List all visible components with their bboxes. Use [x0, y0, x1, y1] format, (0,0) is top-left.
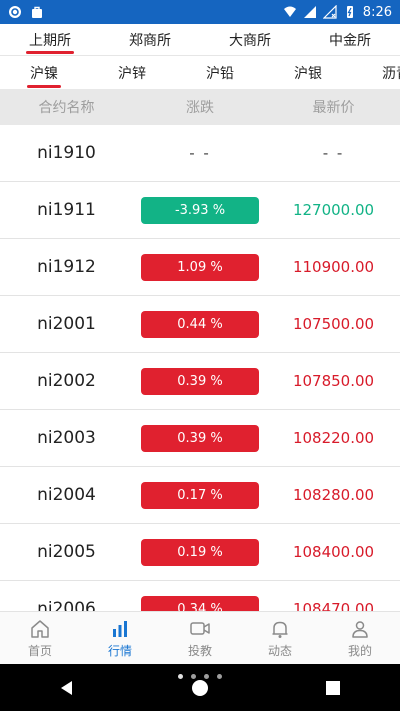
- contract-name: ni2002: [37, 371, 96, 391]
- nav-market[interactable]: 行情: [80, 612, 160, 664]
- page-dot: [178, 674, 183, 679]
- table-row[interactable]: ni1912 1.09 % 110900.00: [0, 239, 400, 296]
- table-row[interactable]: ni2006 0.34 % 108470.00: [0, 581, 400, 611]
- signal-icon: [303, 6, 316, 18]
- table-row[interactable]: ni1911 -3.93 % 127000.00: [0, 182, 400, 239]
- latest-price: - -: [322, 144, 345, 162]
- bell-icon: [272, 621, 288, 638]
- nav-profile[interactable]: 我的: [320, 612, 400, 664]
- recents-square-icon: [326, 680, 341, 695]
- change-badge: 0.39 %: [141, 424, 259, 452]
- back-triangle-icon: [60, 680, 72, 695]
- page-dot: [217, 674, 222, 679]
- table-row[interactable]: ni1910 - - - -: [0, 125, 400, 182]
- contract-name: ni2005: [37, 542, 96, 562]
- latest-price: 110900.00: [292, 258, 375, 276]
- change-badge: - -: [189, 144, 211, 162]
- tab-czce[interactable]: 郑商所: [100, 24, 200, 55]
- change-badge: 1.09 %: [141, 253, 259, 281]
- person-icon: [352, 620, 368, 638]
- tab-dce[interactable]: 大商所: [200, 24, 300, 55]
- tab-shfe[interactable]: 上期所: [0, 24, 100, 55]
- nav-home[interactable]: 首页: [0, 612, 80, 664]
- contract-name: ni2004: [37, 485, 96, 505]
- latest-price: 108220.00: [292, 429, 375, 447]
- table-row[interactable]: ni2003 0.39 % 108220.00: [0, 410, 400, 467]
- tab-cffex[interactable]: 中金所: [300, 24, 400, 55]
- contract-name: ni2001: [37, 314, 96, 334]
- change-badge: 0.19 %: [141, 538, 259, 566]
- exchange-tabs: 上期所 郑商所 大商所 中金所: [0, 24, 400, 56]
- nav-news[interactable]: 动态: [240, 612, 320, 664]
- signal-off-icon: [322, 5, 337, 19]
- system-nav-bar: [0, 664, 400, 711]
- page-indicator: [0, 674, 400, 679]
- tab-nickel[interactable]: 沪镍: [0, 57, 88, 89]
- header-change: 涨跌: [186, 100, 214, 116]
- product-tabs: 沪镍 沪锌 沪铅 沪银 沥青: [0, 57, 400, 89]
- tab-bitumen[interactable]: 沥青: [352, 57, 400, 89]
- header-latest-price: 最新价: [312, 100, 355, 116]
- change-badge: -3.93 %: [141, 196, 259, 224]
- contract-name: ni1910: [37, 143, 96, 163]
- latest-price: 127000.00: [292, 201, 375, 219]
- latest-price: 108400.00: [292, 543, 375, 561]
- video-icon: [190, 621, 210, 635]
- home-icon: [31, 619, 49, 638]
- status-bar: 8:26: [0, 0, 400, 24]
- system-status: 8:26: [283, 5, 392, 20]
- bottom-nav: 首页 行情 投教 动态 我的: [0, 611, 400, 664]
- app-bag-icon: [32, 6, 42, 18]
- change-badge: 0.39 %: [141, 367, 259, 395]
- nav-education[interactable]: 投教: [160, 612, 240, 664]
- nav-label: 我的: [347, 643, 372, 658]
- tab-lead[interactable]: 沪铅: [176, 57, 264, 89]
- latest-price: 108470.00: [292, 600, 375, 611]
- header-contract-name: 合约名称: [38, 100, 95, 116]
- table-row[interactable]: ni2004 0.17 % 108280.00: [0, 467, 400, 524]
- nav-label: 投教: [187, 643, 212, 658]
- contract-name: ni1911: [37, 200, 96, 220]
- contract-name: ni1912: [37, 257, 96, 277]
- home-circle-icon: [191, 679, 208, 696]
- contract-list: ni1910 - - - - ni1911 -3.93 % 127000.00 …: [0, 125, 400, 611]
- nav-label: 动态: [267, 643, 292, 658]
- battery-charging-icon: [346, 6, 353, 18]
- nav-label: 首页: [27, 643, 52, 658]
- clock: 8:26: [362, 4, 392, 20]
- change-badge: 0.44 %: [141, 310, 259, 338]
- table-row[interactable]: ni2002 0.39 % 107850.00: [0, 353, 400, 410]
- latest-price: 108280.00: [292, 486, 375, 504]
- app-g-icon: [9, 6, 21, 18]
- contract-name: ni2003: [37, 428, 96, 448]
- table-row[interactable]: ni2001 0.44 % 107500.00: [0, 296, 400, 353]
- nav-label: 行情: [107, 643, 132, 658]
- table-header: 合约名称 涨跌 最新价: [0, 89, 400, 125]
- tab-silver[interactable]: 沪银: [264, 57, 352, 89]
- change-badge: 0.17 %: [141, 481, 259, 509]
- change-badge: 0.34 %: [141, 595, 259, 611]
- page-dot: [191, 674, 196, 679]
- latest-price: 107850.00: [292, 372, 375, 390]
- wifi-icon: [283, 6, 296, 17]
- notification-icons: [8, 5, 44, 19]
- tab-zinc[interactable]: 沪锌: [88, 57, 176, 89]
- bar-chart-icon: [113, 620, 127, 637]
- page-dot: [204, 674, 209, 679]
- contract-name: ni2006: [37, 599, 96, 611]
- table-row[interactable]: ni2005 0.19 % 108400.00: [0, 524, 400, 581]
- latest-price: 107500.00: [292, 315, 375, 333]
